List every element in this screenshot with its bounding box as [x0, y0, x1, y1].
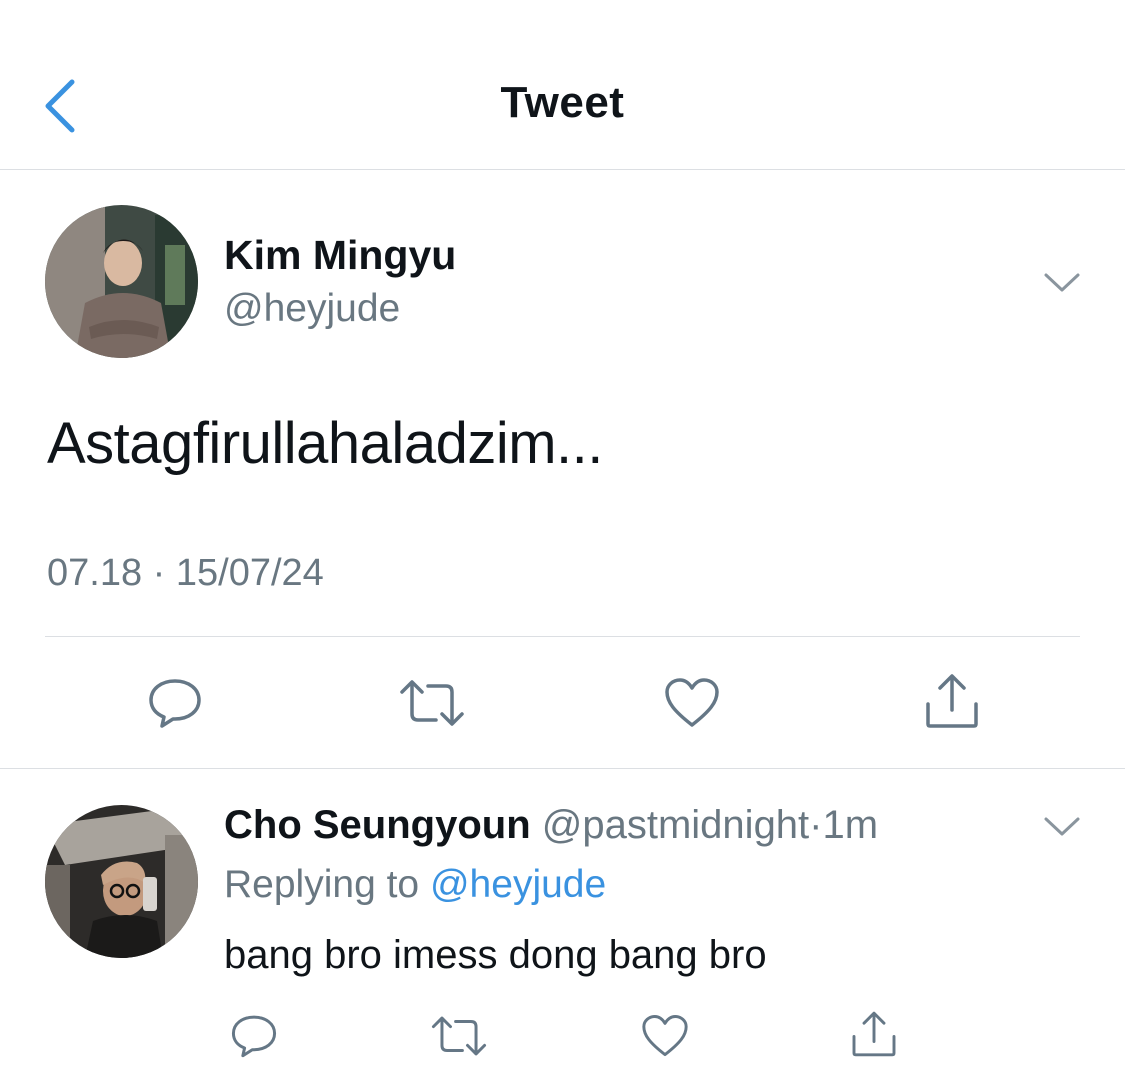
share-button[interactable] — [922, 672, 982, 730]
tweet-timestamp: 07.18 · 15/07/24 — [47, 552, 324, 594]
like-button[interactable] — [664, 677, 720, 729]
replying-to-line: Replying to @heyjude — [224, 863, 606, 907]
reply-text: bang bro imess dong bang bro — [224, 933, 767, 977]
reply-author-avatar[interactable] — [45, 805, 198, 958]
retweet-icon — [431, 1016, 487, 1056]
replying-to-label: Replying to — [224, 863, 420, 906]
reply-handle[interactable]: @pastmidnight — [542, 803, 809, 847]
avatar-photo — [45, 805, 198, 958]
reply-icon — [231, 1015, 277, 1058]
heart-icon — [642, 1015, 688, 1057]
author-handle[interactable]: @heyjude — [224, 287, 400, 331]
divider — [0, 768, 1125, 769]
reply-display-name[interactable]: Cho Seungyoun — [224, 803, 531, 847]
chevron-down-icon — [1044, 817, 1080, 836]
tweet-options-button[interactable] — [1042, 270, 1082, 296]
heart-icon — [665, 678, 719, 727]
avatar-photo — [45, 205, 198, 358]
page-title: Tweet — [500, 78, 625, 127]
retweet-button[interactable] — [398, 676, 466, 730]
reply-options-button[interactable] — [1042, 814, 1082, 840]
reply-button[interactable] — [147, 675, 203, 731]
tweet-text: Astagfirullahaladzim... — [47, 411, 603, 476]
reply-header: Cho Seungyoun @pastmidnight·1m — [224, 803, 878, 848]
retweet-icon — [400, 680, 464, 726]
reply-reply-button[interactable] — [230, 1012, 278, 1060]
reply-retweet-button[interactable] — [430, 1013, 488, 1059]
reply-like-button[interactable] — [641, 1014, 689, 1058]
share-icon — [926, 674, 978, 728]
header-bar: Tweet — [0, 0, 1125, 170]
author-display-name[interactable]: Kim Mingyu — [224, 232, 456, 279]
reply-icon — [149, 679, 201, 728]
reply-share-button[interactable] — [849, 1009, 899, 1059]
reply-time: 1m — [822, 803, 879, 847]
author-avatar[interactable] — [45, 205, 198, 358]
separator-dot: · — [809, 803, 823, 847]
chevron-down-icon — [1044, 273, 1080, 292]
divider — [45, 636, 1080, 637]
share-icon — [852, 1011, 896, 1057]
replying-to-mention[interactable]: @heyjude — [430, 863, 606, 906]
